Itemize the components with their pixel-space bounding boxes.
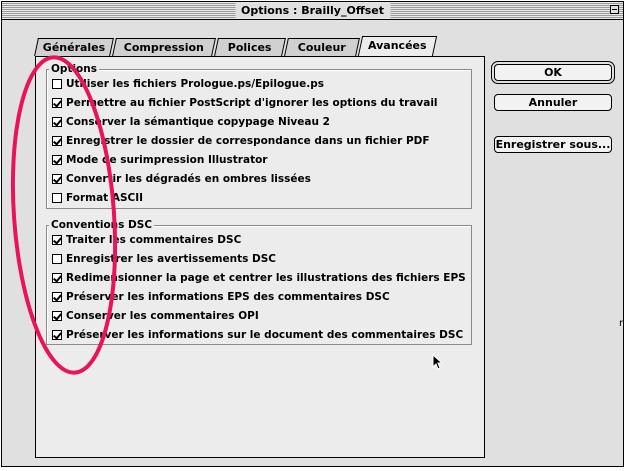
tab-polices[interactable]: Polices: [214, 38, 286, 56]
options-dialog: Options : Brailly_Offset Générales Compr…: [1, 1, 624, 467]
dsc-option-label: Redimensionner la page et centrer les il…: [66, 272, 466, 284]
dsc-option-label: Conserver les commentaires OPI: [66, 310, 259, 322]
cancel-button[interactable]: Annuler: [494, 94, 612, 111]
dsc-option-row-3[interactable]: Préserver les informations EPS des comme…: [52, 289, 390, 305]
dsc-option-row-5[interactable]: Préserver les informations sur le docume…: [52, 327, 463, 343]
option-label: Conserver la sémantique copypage Niveau …: [66, 116, 330, 128]
option-row-2[interactable]: Conserver la sémantique copypage Niveau …: [52, 114, 330, 130]
dsc-option-row-1[interactable]: Enregistrer les avertissements DSC: [52, 251, 276, 267]
checkbox-checked[interactable]: [52, 136, 62, 146]
title-bar[interactable]: Options : Brailly_Offset: [2, 2, 623, 20]
save-as-button[interactable]: Enregistrer sous...: [494, 136, 612, 153]
option-row-4[interactable]: Mode de surimpression Illustrator: [52, 152, 267, 168]
checkbox-checked[interactable]: [52, 330, 62, 340]
option-label: Permettre au fichier PostScript d'ignore…: [66, 97, 438, 109]
checkbox-unchecked[interactable]: [52, 193, 62, 203]
checkbox-checked[interactable]: [52, 155, 62, 165]
dsc-option-row-2[interactable]: Redimensionner la page et centrer les il…: [52, 270, 466, 286]
checkbox-checked[interactable]: [52, 311, 62, 321]
option-label: Mode de surimpression Illustrator: [66, 154, 268, 166]
checkbox-checked[interactable]: [52, 235, 62, 245]
advanced-tab-panel: Options Utiliser les fichiers Prologue.p…: [35, 56, 485, 458]
options-group: Options Utiliser les fichiers Prologue.p…: [46, 62, 472, 209]
checkbox-checked[interactable]: [52, 273, 62, 283]
option-row-0[interactable]: Utiliser les fichiers Prologue.ps/Epilog…: [52, 76, 324, 92]
checkbox-unchecked[interactable]: [52, 79, 62, 89]
checkbox-unchecked[interactable]: [52, 254, 62, 264]
option-row-1[interactable]: Permettre au fichier PostScript d'ignore…: [52, 95, 438, 111]
checkbox-checked[interactable]: [52, 117, 62, 127]
dsc-option-label: Préserver les informations EPS des comme…: [66, 291, 390, 303]
option-label: Convertir les dégradés en ombres lissées: [66, 173, 311, 185]
dsc-option-row-0[interactable]: Traiter les commentaires DSC: [52, 232, 241, 248]
option-row-5[interactable]: Convertir les dégradés en ombres lissées: [52, 171, 311, 187]
checkbox-checked[interactable]: [52, 292, 62, 302]
checkbox-checked[interactable]: [52, 98, 62, 108]
option-label: Enregistrer le dossier de correspondance…: [66, 135, 430, 147]
zoom-box-icon[interactable]: [610, 5, 619, 14]
tab-avancees[interactable]: Avancées: [357, 36, 438, 56]
option-label: Utiliser les fichiers Prologue.ps/Epilog…: [66, 78, 325, 90]
options-group-title: Options: [49, 62, 99, 76]
tab-generales[interactable]: Générales: [34, 38, 114, 56]
dsc-option-label: Préserver les informations sur le docume…: [66, 329, 464, 341]
window-title: Options : Brailly_Offset: [235, 3, 390, 18]
tab-couleur[interactable]: Couleur: [284, 38, 360, 56]
dsc-option-label: Traiter les commentaires DSC: [66, 234, 242, 246]
stray-text: r: [619, 318, 624, 329]
dsc-option-row-4[interactable]: Conserver les commentaires OPI: [52, 308, 259, 324]
option-label: Format ASCII: [66, 192, 144, 204]
option-row-6[interactable]: Format ASCII: [52, 190, 143, 206]
dsc-group-title: Conventions DSC: [49, 218, 155, 232]
mouse-pointer-icon: [432, 354, 444, 370]
option-row-3[interactable]: Enregistrer le dossier de correspondance…: [52, 133, 430, 149]
tab-compression[interactable]: Compression: [112, 38, 216, 56]
checkbox-checked[interactable]: [52, 174, 62, 184]
dsc-group: Conventions DSC Traiter les commentaires…: [46, 218, 472, 345]
ok-button[interactable]: OK: [494, 64, 612, 81]
dsc-option-label: Enregistrer les avertissements DSC: [66, 253, 277, 265]
